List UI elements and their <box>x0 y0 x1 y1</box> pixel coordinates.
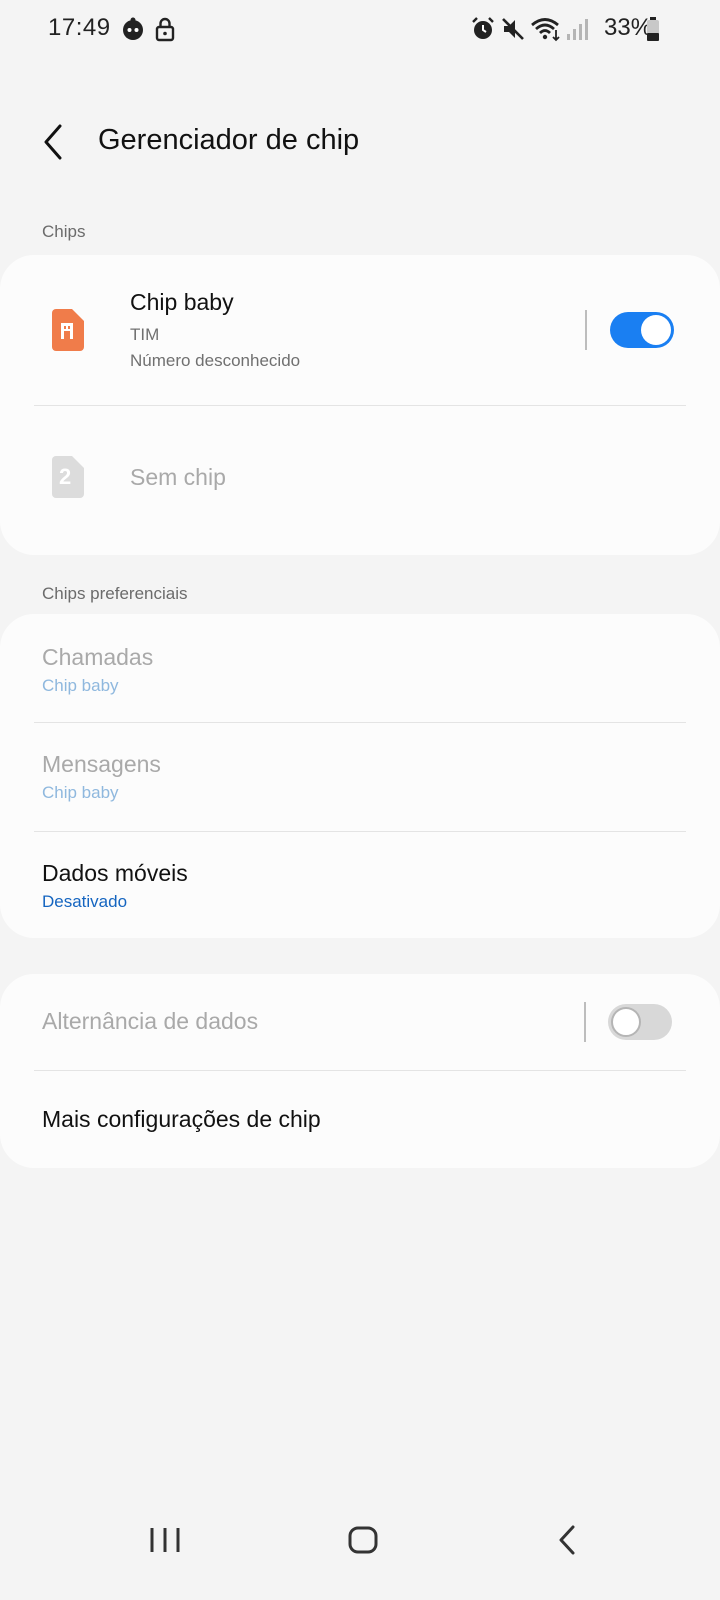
section-label-preferred: Chips preferenciais <box>42 584 188 603</box>
data-switch-row[interactable]: Alternância de dados <box>0 974 720 1070</box>
mute-icon <box>500 16 526 42</box>
battery-icon <box>645 16 661 42</box>
alarm-icon <box>470 16 496 42</box>
messages-title: Mensagens <box>42 751 161 777</box>
lock-icon <box>152 16 178 42</box>
signal-icon <box>564 16 590 42</box>
recent-apps-button[interactable] <box>140 1510 190 1570</box>
more-settings-label: Mais configurações de chip <box>42 1106 321 1132</box>
back-button[interactable] <box>30 112 80 172</box>
mobile-data-row[interactable]: Dados móveis Desativado <box>0 832 720 938</box>
chevron-left-icon <box>559 1525 575 1555</box>
sim1-carrier: TIM <box>130 325 160 344</box>
status-time: 17:49 <box>48 14 111 41</box>
status-bar: 17:49 33% <box>0 0 720 60</box>
nav-back-button[interactable] <box>542 1510 592 1570</box>
home-icon <box>348 1526 378 1554</box>
chevron-left-icon <box>44 124 62 160</box>
calls-row[interactable]: Chamadas Chip baby <box>0 614 720 722</box>
data-switch-label: Alternância de dados <box>42 1008 259 1034</box>
home-button[interactable] <box>338 1510 388 1570</box>
mobile-data-title: Dados móveis <box>42 860 188 886</box>
wifi-icon <box>530 16 562 42</box>
sim1-number: Número desconhecido <box>130 351 301 370</box>
toggle-knob <box>641 315 671 345</box>
sim-slot-2-icon: 2 <box>48 456 84 503</box>
recent-apps-icon <box>150 1528 180 1552</box>
page-title: Gerenciador de chip <box>98 124 360 156</box>
mobile-data-value: Desativado <box>42 892 128 911</box>
messages-row[interactable]: Mensagens Chip baby <box>0 723 720 831</box>
sim-card-icon <box>48 309 84 356</box>
sim1-toggle[interactable] <box>610 312 674 348</box>
messages-value: Chip baby <box>42 783 119 802</box>
vertical-divider <box>585 310 587 350</box>
vertical-divider <box>584 1002 586 1042</box>
sim1-row[interactable]: Chip baby TIM Número desconhecido <box>0 255 720 405</box>
calls-title: Chamadas <box>42 644 154 670</box>
face-icon <box>120 16 146 42</box>
more-settings-row[interactable]: Mais configurações de chip <box>0 1071 720 1168</box>
chips-card: Chip baby TIM Número desconhecido 2 Sem … <box>0 255 720 555</box>
sim2-row[interactable]: 2 Sem chip <box>0 406 720 546</box>
data-switch-toggle[interactable] <box>608 1004 672 1040</box>
sim2-name: Sem chip <box>130 464 226 490</box>
calls-value: Chip baby <box>42 676 119 695</box>
sim1-name: Chip baby <box>130 289 234 315</box>
section-label-chips: Chips <box>42 222 86 241</box>
more-card: Alternância de dados Mais configurações … <box>0 974 720 1168</box>
sim2-slot-number: 2 <box>59 464 72 489</box>
toggle-knob <box>611 1007 641 1037</box>
preferred-card: Chamadas Chip baby Mensagens Chip baby D… <box>0 614 720 938</box>
